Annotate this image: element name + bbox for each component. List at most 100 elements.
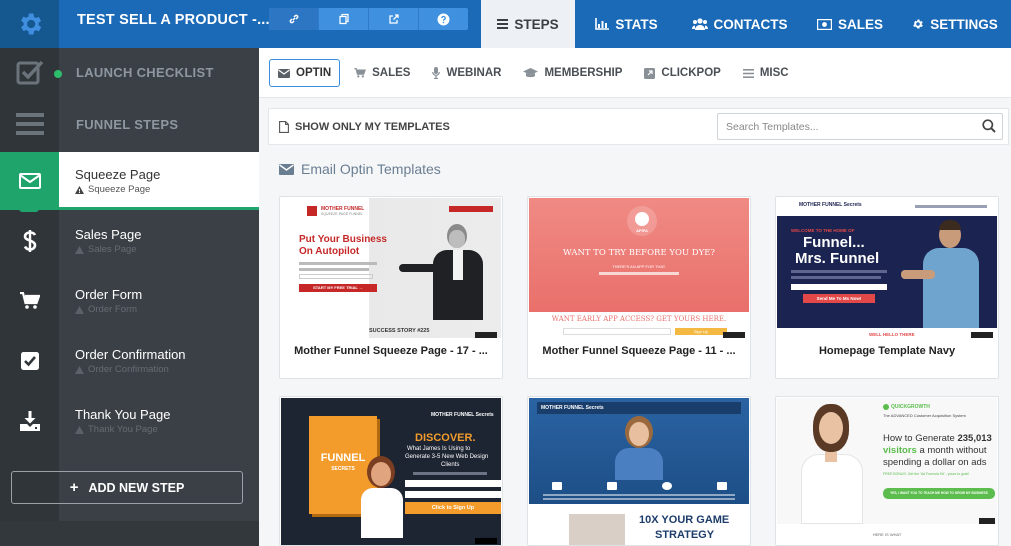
template-card[interactable]: MOTHER FUNNEL Secrets 10X YOUR GAME STRA… bbox=[527, 396, 751, 546]
template-title: Mother Funnel Squeeze Page - 11 - ... bbox=[542, 345, 736, 357]
step-sales-page[interactable]: Sales Page Sales Page bbox=[0, 212, 259, 270]
document-icon bbox=[279, 121, 289, 133]
download-icon bbox=[19, 411, 40, 431]
template-card[interactable]: QUICKGROWTH The ADVANCED Customer Acquis… bbox=[775, 396, 999, 546]
tab-settings[interactable]: SETTINGS bbox=[899, 0, 1011, 48]
funnel-title[interactable]: TEST SELL A PRODUCT -... bbox=[77, 0, 270, 40]
cart-icon bbox=[354, 68, 367, 78]
users-icon bbox=[691, 18, 708, 30]
step-order-form[interactable]: Order Form Order Form bbox=[0, 272, 259, 330]
gear-icon bbox=[912, 18, 924, 30]
funnel-steps-label: FUNNEL STEPS bbox=[76, 116, 179, 132]
gear-icon bbox=[20, 13, 41, 35]
template-card[interactable]: MOTHER FUNNEL Secrets WELCOME TO THE HOM… bbox=[775, 196, 999, 379]
checklist-icon bbox=[16, 60, 43, 85]
envelope-icon bbox=[279, 163, 294, 175]
template-thumbnail: QUICKGROWTH The ADVANCED Customer Acquis… bbox=[777, 398, 997, 545]
launch-checklist-item[interactable]: LAUNCH CHECKLIST bbox=[0, 48, 259, 96]
template-category-bar: OPTIN SALES WEBINAR MEMBERSHIP CLICKPOP … bbox=[259, 48, 1011, 98]
step-subtitle: Squeeze Page bbox=[88, 184, 151, 195]
category-webinar[interactable]: WEBINAR bbox=[424, 59, 509, 87]
envelope-icon bbox=[278, 68, 290, 78]
add-new-step-button[interactable]: + ADD NEW STEP bbox=[11, 471, 243, 504]
category-label: CLICKPOP bbox=[661, 67, 721, 79]
search-icon[interactable] bbox=[982, 119, 996, 138]
warning-icon bbox=[75, 245, 84, 254]
category-label: MISC bbox=[759, 67, 789, 79]
show-only-my-templates-toggle[interactable]: SHOW ONLY MY TEMPLATES bbox=[279, 121, 450, 133]
step-thank-you-page[interactable]: Thank You Page Thank You Page bbox=[0, 392, 259, 450]
open-funnel-button[interactable] bbox=[369, 8, 419, 30]
status-dot bbox=[54, 70, 62, 78]
checkbox-icon bbox=[20, 352, 39, 370]
add-new-step-label: ADD NEW STEP bbox=[88, 480, 185, 495]
step-connector bbox=[19, 450, 39, 459]
step-subtitle: Order Confirmation bbox=[88, 364, 169, 375]
warning-icon bbox=[75, 365, 84, 374]
tab-steps[interactable]: STEPS bbox=[481, 0, 575, 48]
top-nav-bar: TEST SELL A PRODUCT -... STEPS STATS CON… bbox=[0, 0, 1011, 48]
tab-contacts-label: CONTACTS bbox=[713, 16, 788, 32]
warning-icon bbox=[75, 305, 84, 314]
tab-stats-label: STATS bbox=[615, 16, 658, 32]
funnel-tools bbox=[269, 8, 468, 30]
copy-icon bbox=[338, 13, 349, 25]
template-card[interactable]: MOTHER FUNNEL Secrets FUNNEL SECRETS DIS… bbox=[279, 396, 503, 546]
external-link-icon bbox=[644, 67, 656, 79]
menu-icon bbox=[15, 113, 44, 135]
step-title: Squeeze Page bbox=[75, 167, 161, 182]
external-link-icon bbox=[388, 14, 399, 24]
clone-funnel-button[interactable] bbox=[319, 8, 369, 30]
step-order-confirmation[interactable]: Order Confirmation Order Confirmation bbox=[0, 332, 259, 390]
tab-stats[interactable]: STATS bbox=[575, 0, 678, 48]
template-thumbnail: MOTHER FUNNEL Secrets 10X YOUR GAME STRA… bbox=[529, 398, 749, 545]
category-misc[interactable]: MISC bbox=[735, 59, 797, 87]
list-icon bbox=[742, 68, 754, 78]
search-templates-input[interactable] bbox=[718, 114, 968, 139]
category-clickpop[interactable]: CLICKPOP bbox=[636, 59, 728, 87]
category-optin[interactable]: OPTIN bbox=[269, 59, 341, 87]
graduation-cap-icon bbox=[523, 68, 539, 78]
template-browser: OPTIN SALES WEBINAR MEMBERSHIP CLICKPOP … bbox=[259, 48, 1011, 546]
warning-icon bbox=[75, 185, 84, 194]
step-squeeze-page[interactable]: Squeeze Page Squeeze Page bbox=[0, 152, 259, 210]
link-icon bbox=[289, 14, 298, 24]
step-title: Sales Page bbox=[75, 227, 142, 242]
bar-chart-icon bbox=[595, 18, 610, 30]
category-label: OPTIN bbox=[296, 67, 332, 79]
microphone-icon bbox=[432, 67, 441, 79]
dollar-icon bbox=[23, 230, 36, 252]
tab-steps-label: STEPS bbox=[514, 16, 559, 32]
category-sales[interactable]: SALES bbox=[346, 59, 418, 87]
help-button[interactable] bbox=[419, 8, 468, 30]
help-icon bbox=[437, 13, 450, 25]
template-title: Homepage Template Navy bbox=[818, 345, 956, 357]
step-subtitle: Sales Page bbox=[88, 244, 137, 255]
template-card[interactable]: MOTHER FUNNEL SQUEEZE PAGE FUNNEL Put Yo… bbox=[279, 196, 503, 379]
tab-contacts[interactable]: CONTACTS bbox=[678, 0, 801, 48]
category-label: SALES bbox=[372, 67, 411, 79]
category-label: WEBINAR bbox=[446, 67, 502, 79]
funnel-link-button[interactable] bbox=[269, 8, 319, 30]
section-title: Email Optin Templates bbox=[279, 161, 441, 177]
template-card[interactable]: APIFA WANT TO TRY BEFORE YOU DYE? THERE'… bbox=[527, 196, 751, 379]
tab-sales[interactable]: SALES bbox=[801, 0, 899, 48]
template-thumbnail: MOTHER FUNNEL Secrets FUNNEL SECRETS DIS… bbox=[281, 398, 501, 545]
cart-icon bbox=[19, 292, 40, 309]
sidebar: LAUNCH CHECKLIST FUNNEL STEPS Squeeze Pa… bbox=[0, 48, 259, 546]
category-membership[interactable]: MEMBERSHIP bbox=[515, 59, 630, 87]
step-title: Order Confirmation bbox=[75, 347, 186, 362]
template-title: Mother Funnel Squeeze Page - 17 - ... bbox=[294, 345, 488, 357]
search-templates-box bbox=[717, 113, 1003, 140]
template-thumbnail: APIFA WANT TO TRY BEFORE YOU DYE? THERE'… bbox=[529, 198, 749, 338]
money-icon bbox=[816, 18, 832, 30]
template-filter-bar: SHOW ONLY MY TEMPLATES bbox=[268, 108, 1009, 145]
template-thumbnail: MOTHER FUNNEL Secrets WELCOME TO THE HOM… bbox=[777, 198, 997, 338]
tab-sales-label: SALES bbox=[837, 16, 883, 32]
step-subtitle: Thank You Page bbox=[88, 424, 158, 435]
main-tabs: STEPS STATS CONTACTS SALES SETTINGS bbox=[481, 0, 1011, 48]
tab-settings-label: SETTINGS bbox=[930, 16, 998, 32]
funnel-settings-button[interactable] bbox=[0, 0, 59, 48]
warning-icon bbox=[75, 425, 84, 434]
funnel-steps-header: FUNNEL STEPS bbox=[0, 100, 259, 148]
